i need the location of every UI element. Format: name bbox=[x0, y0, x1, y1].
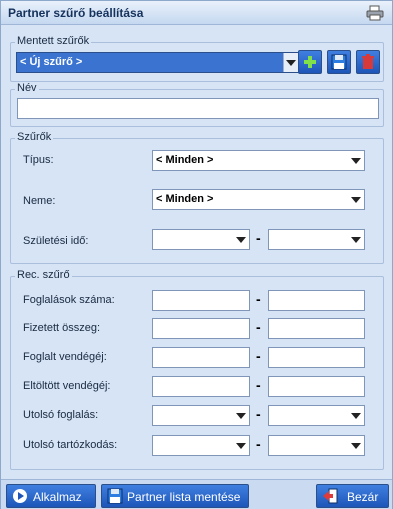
delete-filter-button[interactable] bbox=[356, 50, 380, 74]
chevron-down-icon bbox=[351, 237, 361, 243]
floppy-icon bbox=[331, 54, 347, 70]
save-filter-button[interactable] bbox=[327, 50, 351, 74]
rec-from-select[interactable] bbox=[152, 435, 250, 456]
name-legend: Név bbox=[15, 82, 39, 94]
save-partner-list-button[interactable]: Partner lista mentése bbox=[101, 484, 249, 508]
filters-group: Szűrők Típus: < Minden > Neme: < Minden … bbox=[10, 131, 384, 264]
plus-icon bbox=[304, 56, 316, 68]
chevron-down-icon bbox=[236, 413, 246, 419]
range-separator: - bbox=[256, 406, 261, 422]
birth-from-select[interactable] bbox=[152, 229, 250, 250]
type-value: < Minden > bbox=[156, 154, 214, 166]
rec-to-select[interactable] bbox=[268, 435, 365, 456]
birth-to-select[interactable] bbox=[268, 229, 365, 250]
range-separator: - bbox=[256, 291, 261, 307]
save-partner-list-label: Partner lista mentése bbox=[127, 490, 241, 504]
range-separator: - bbox=[256, 377, 261, 393]
rec-to-input[interactable] bbox=[268, 290, 365, 311]
rec-row-label: Foglalt vendégéj: bbox=[23, 351, 107, 363]
chevron-down-icon bbox=[351, 158, 361, 164]
filters-legend: Szűrők bbox=[15, 131, 54, 143]
chevron-down-icon bbox=[236, 237, 246, 243]
name-group: Név bbox=[10, 82, 384, 127]
printer-icon[interactable] bbox=[366, 5, 384, 21]
floppy-icon bbox=[107, 488, 123, 504]
footer-bar: Alkalmaz Partner lista mentése Bezár bbox=[1, 479, 392, 509]
rec-from-select[interactable] bbox=[152, 405, 250, 426]
rec-to-input[interactable] bbox=[268, 376, 365, 397]
close-button[interactable]: Bezár bbox=[316, 484, 389, 508]
partner-filter-window: Partner szűrő beállítása Mentett szűrők … bbox=[0, 0, 393, 509]
type-label: Típus: bbox=[23, 154, 54, 166]
gender-label: Neme: bbox=[23, 195, 56, 207]
saved-filters-group: Mentett szűrők < Új szűrő > bbox=[10, 35, 384, 82]
rec-row-label: Eltöltött vendégéj: bbox=[23, 380, 111, 392]
exit-icon bbox=[323, 488, 338, 504]
rec-from-input[interactable] bbox=[152, 376, 250, 397]
rec-row-label: Fizetett összeg: bbox=[23, 322, 101, 334]
chevron-down-icon bbox=[351, 197, 361, 203]
chevron-down-icon[interactable] bbox=[283, 53, 298, 72]
saved-filter-value: < Új szűrő > bbox=[20, 56, 83, 68]
window-title: Partner szűrő beállítása bbox=[8, 6, 144, 20]
chevron-down-icon bbox=[351, 443, 361, 449]
play-icon bbox=[13, 489, 27, 503]
saved-filter-select[interactable]: < Új szűrő > bbox=[16, 52, 299, 73]
title-bar: Partner szűrő beállítása bbox=[1, 1, 392, 25]
rec-filter-group: Rec. szűrő Foglalások száma: - Fizetett ös… bbox=[10, 269, 384, 470]
apply-button-label: Alkalmaz bbox=[33, 490, 82, 504]
rec-from-input[interactable] bbox=[152, 318, 250, 339]
range-separator: - bbox=[256, 436, 261, 452]
rec-to-input[interactable] bbox=[268, 347, 365, 368]
range-separator: - bbox=[256, 348, 261, 364]
close-button-label: Bezár bbox=[347, 490, 379, 504]
rec-from-input[interactable] bbox=[152, 347, 250, 368]
apply-button[interactable]: Alkalmaz bbox=[6, 484, 96, 508]
birth-label: Születési idő: bbox=[23, 235, 89, 247]
chevron-down-icon bbox=[351, 413, 361, 419]
rec-to-input[interactable] bbox=[268, 318, 365, 339]
rec-row-label: Utolsó tartózkodás: bbox=[23, 439, 118, 451]
rec-row-label: Foglalások száma: bbox=[23, 294, 115, 306]
gender-value: < Minden > bbox=[156, 193, 214, 205]
saved-filters-legend: Mentett szűrők bbox=[15, 35, 92, 47]
gender-select[interactable]: < Minden > bbox=[152, 189, 365, 210]
trash-icon bbox=[362, 54, 374, 69]
range-separator: - bbox=[256, 319, 261, 335]
range-separator: - bbox=[256, 230, 261, 246]
chevron-down-icon bbox=[236, 443, 246, 449]
add-filter-button[interactable] bbox=[298, 50, 322, 74]
name-input[interactable] bbox=[17, 98, 379, 119]
rec-from-input[interactable] bbox=[152, 290, 250, 311]
rec-row-label: Utolsó foglalás: bbox=[23, 409, 99, 421]
type-select[interactable]: < Minden > bbox=[152, 150, 365, 171]
rec-filter-legend: Rec. szűrő bbox=[15, 269, 72, 281]
rec-to-select[interactable] bbox=[268, 405, 365, 426]
